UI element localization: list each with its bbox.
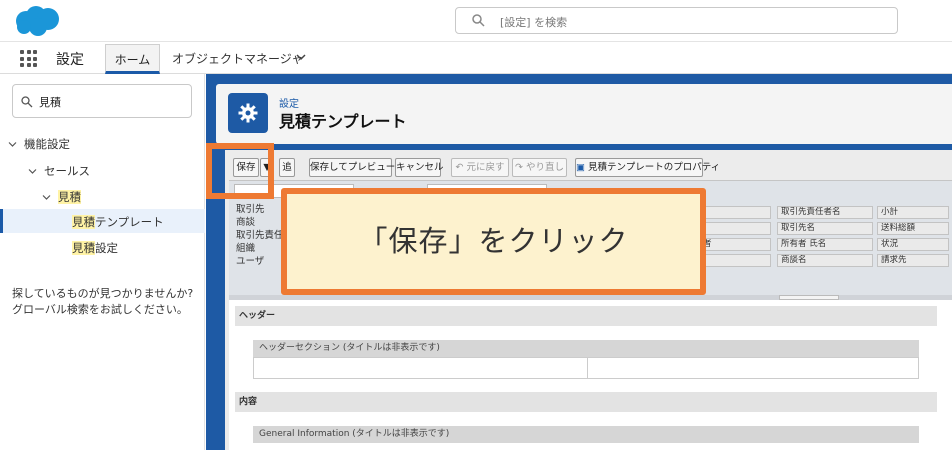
tree-item-sales[interactable]: セールス xyxy=(28,163,90,179)
template-layout: ヘッダー ヘッダーセクション (タイトルは非表示です) 内容 General I… xyxy=(229,300,952,450)
undo-icon: ↶ xyxy=(455,162,467,173)
search-icon xyxy=(21,96,33,108)
chevron-down-icon xyxy=(8,142,17,147)
save-button-highlight xyxy=(206,143,274,199)
palette-field[interactable]: 者 xyxy=(699,238,771,251)
tree-item-label: 設定 xyxy=(95,241,118,255)
tree-item-label-highlight: 見積 xyxy=(72,241,95,255)
tree-item-label-highlight: 見積 xyxy=(72,215,95,229)
search-placeholder: [設定] を検索 xyxy=(500,16,568,29)
tree-item-quotes[interactable]: 見積 xyxy=(42,189,81,205)
page-header: 設定 見積テンプレート xyxy=(216,84,952,144)
app-launcher-icon[interactable] xyxy=(20,50,37,67)
global-header: [設定] を検索 xyxy=(0,0,952,42)
palette-field[interactable]: 請求先 xyxy=(877,254,949,267)
add-button[interactable]: 追 xyxy=(279,158,295,177)
undo-label: 元に戻す xyxy=(466,162,505,173)
tree-item-label: 機能設定 xyxy=(24,137,70,151)
app-name: 設定 xyxy=(56,52,84,68)
undo-button[interactable]: ↶ 元に戻す xyxy=(451,158,509,177)
palette-category[interactable]: 取引先 xyxy=(236,203,284,216)
tree-item-feature-settings[interactable]: 機能設定 xyxy=(8,136,70,152)
tree-item-label: テンプレート xyxy=(95,215,164,229)
quick-find-input[interactable]: 見積 xyxy=(12,84,192,118)
instruction-callout: 「保存」をクリック xyxy=(281,188,706,295)
tree-item-label: 見積 xyxy=(58,190,81,204)
chevron-down-icon[interactable] xyxy=(296,53,306,61)
palette-field[interactable]: 取引先責任者名 xyxy=(777,206,873,219)
cancel-button[interactable]: キャンセル xyxy=(395,158,444,177)
template-properties-button[interactable]: ▣ 見積テンプレートのプロパティ xyxy=(575,158,720,177)
tree-item-quote-settings[interactable]: 見積設定 xyxy=(72,240,118,256)
tab-home[interactable]: ホーム xyxy=(105,44,160,74)
palette-category[interactable]: 商談 xyxy=(236,216,284,229)
palette-field[interactable]: 状況 xyxy=(877,238,949,251)
section-header[interactable]: ヘッダー xyxy=(235,306,937,326)
nav-bar: 設定 ホーム オブジェクトマネージャ xyxy=(0,42,952,74)
gear-icon xyxy=(238,103,258,123)
no-results-message: 探しているものが見つかりませんか? グローバル検索をお試しください。 xyxy=(12,287,194,316)
save-and-preview-button[interactable]: 保存してプレビュー xyxy=(309,158,395,177)
palette-field[interactable]: 取引先名 xyxy=(777,222,873,235)
palette-field[interactable]: 所有者 氏名 xyxy=(777,238,873,251)
palette-field[interactable]: 送料総額 xyxy=(877,222,949,235)
editor-toolbar: 保存 ▼ 追 保存してプレビュー キャンセル ↶ 元に戻す ↷ やり直し ▣ 見… xyxy=(229,158,952,180)
redo-button[interactable]: ↷ やり直し xyxy=(512,158,567,177)
tab-object-manager[interactable]: オブジェクトマネージャ xyxy=(172,50,303,67)
subsection-header[interactable]: ヘッダーセクション (タイトルは非表示です) xyxy=(253,340,919,357)
salesforce-logo[interactable] xyxy=(12,5,62,37)
palette-category[interactable]: 取引先責任 xyxy=(236,229,284,242)
properties-icon: ▣ xyxy=(576,162,588,173)
quick-find-value: 見積 xyxy=(39,96,61,109)
palette-category-list: 取引先 商談 取引先責任 組織 ユーザ xyxy=(236,203,284,268)
palette-category[interactable]: ユーザ xyxy=(236,255,284,268)
redo-icon: ↷ xyxy=(515,162,526,173)
global-search[interactable]: [設定] を検索 xyxy=(455,7,898,34)
palette-field[interactable] xyxy=(699,254,771,267)
properties-label: 見積テンプレートのプロパティ xyxy=(588,162,721,173)
palette-field[interactable] xyxy=(699,206,771,219)
palette-field[interactable]: ) xyxy=(699,222,771,235)
subsection-body xyxy=(253,357,919,379)
search-icon xyxy=(472,14,485,27)
tree-item-quote-templates[interactable]: 見積テンプレート xyxy=(72,214,164,230)
palette-field[interactable]: 商談名 xyxy=(777,254,873,267)
palette-field[interactable]: 小計 xyxy=(877,206,949,219)
subsection-header[interactable]: General Information (タイトルは非表示です) xyxy=(253,426,919,443)
palette-category[interactable]: 組織 xyxy=(236,242,284,255)
page-title: 見積テンプレート xyxy=(279,112,407,131)
setup-sidebar: 見積 機能設定 セールス 見積 見積テンプレート 見積設定 探しているものが見つ… xyxy=(0,74,205,450)
tree-item-label: セールス xyxy=(44,164,90,178)
setup-tile xyxy=(228,93,268,133)
redo-label: やり直し xyxy=(525,162,564,173)
section-header[interactable]: 内容 xyxy=(235,392,937,412)
chevron-down-icon xyxy=(42,195,51,200)
chevron-down-icon xyxy=(28,169,37,174)
instruction-text: 「保存」をクリック xyxy=(358,224,629,258)
